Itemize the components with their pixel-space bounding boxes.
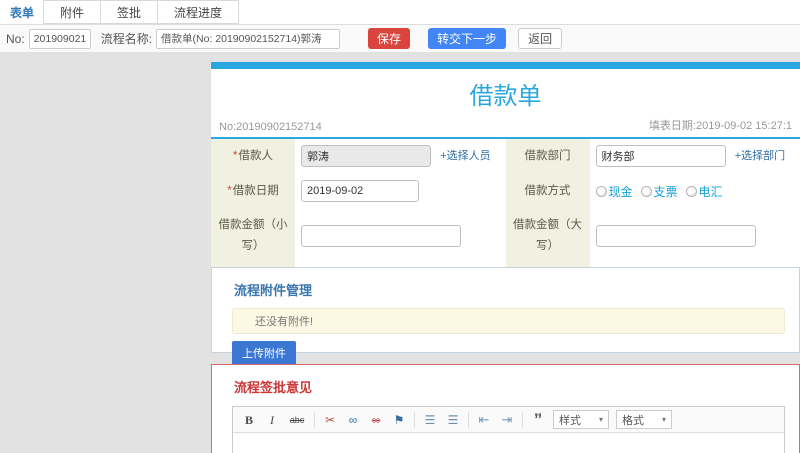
form-title: 借款单 [469,83,542,110]
dept-input[interactable] [595,145,726,168]
select-person-link[interactable]: +选择人员 [440,150,490,162]
radio-circle-icon[interactable] [595,185,607,197]
radio-circle-icon[interactable] [640,185,652,197]
table-row: *借款日期 借款方式 现金 支票 电汇 [211,173,800,209]
radio-circle-icon[interactable] [685,185,697,197]
tab-bar: 表单 附件 签批 流程进度 [0,0,800,25]
outdent-icon[interactable]: ⇤ [476,412,492,428]
tab-attachments[interactable]: 附件 [43,0,102,24]
loan-date-input[interactable] [301,180,419,203]
action-toolbar: No: 流程名称: 保存 转交下一步 返回 [0,25,800,53]
remove-format-icon[interactable]: ✂ [322,412,338,428]
date-label-cell: *借款日期 [211,173,295,209]
italic-icon[interactable]: I [264,412,280,428]
approval-editor-content[interactable] [233,433,784,453]
loan-method-radio-group: 现金 支票 电汇 [595,183,795,200]
borrower-field-cell: +选择人员 [295,139,506,174]
amount-lower-field-cell [295,208,506,264]
borrower-label-cell: *借款人 [211,139,295,174]
form-meta-row: No:20190902152714 填表日期:2019-09-02 15:27:… [211,115,800,139]
toolbar-separator [414,411,415,428]
borrower-input[interactable] [301,145,431,168]
editor-toolbar: B I abc ✂ ∞ ∞ ⚑ ☰ ☰ ⇤ ⇥ ” 样式 ▾ 格式 ▾ [233,407,784,433]
save-button[interactable]: 保存 [368,28,411,49]
required-mark: * [227,184,232,197]
attachments-heading: 流程附件管理 [234,283,313,298]
header: 表单 附件 签批 流程进度 No: 流程名称: 保存 转交下一步 返回 [0,0,800,53]
bold-icon[interactable]: B [241,412,257,428]
format-dropdown[interactable]: 格式 ▾ [616,410,672,429]
tab-form[interactable]: 表单 [0,0,45,24]
radio-check-label: 支票 [653,184,678,199]
blockquote-icon[interactable]: ” [530,411,546,428]
chevron-down-icon: ▾ [661,415,666,424]
unlink-icon[interactable]: ∞ [368,412,384,428]
next-step-button[interactable]: 转交下一步 [428,28,507,49]
chevron-down-icon: ▾ [598,415,603,424]
style-dropdown[interactable]: 样式 ▾ [553,410,609,429]
approval-heading: 流程签批意见 [234,380,313,395]
table-row: 借款金额（小写） 借款金额（大写） [211,208,800,264]
strikethrough-icon[interactable]: abc [287,412,307,428]
style-dropdown-label: 样式 [559,414,581,427]
no-label: No: [6,31,25,46]
radio-check[interactable]: 支票 [640,183,678,200]
indent-icon[interactable]: ⇥ [499,412,515,428]
amount-upper-label-cell: 借款金额（大写） [505,208,590,264]
no-input[interactable] [28,28,91,49]
form-date-text: 填表日期:2019-09-02 15:27:1 [648,120,792,132]
flow-name-label: 流程名称: [100,32,153,46]
radio-cash-label: 现金 [608,184,633,199]
attachments-panel: 流程附件管理 还没有附件! 上传附件 [211,267,800,365]
dept-label-cell: 借款部门 [505,139,590,174]
toolbar-separator [468,411,469,428]
numbered-list-icon[interactable]: ☰ [422,412,438,428]
form-no-text: No:20190902152714 [219,121,322,133]
table-row: *借款人 +选择人员 借款部门 +选择部门 [211,139,800,174]
no-attachments-alert: 还没有附件! [232,308,785,334]
bullet-list-icon[interactable]: ☰ [445,412,461,428]
toolbar-separator [314,411,315,428]
loan-form-panel: 借款单 No:20190902152714 填表日期:2019-09-02 15… [211,62,800,304]
amount-upper-input[interactable] [595,225,756,248]
amount-upper-field-cell [589,208,800,264]
select-dept-link[interactable]: +选择部门 [735,150,785,162]
back-button[interactable]: 返回 [518,28,563,49]
flow-name-input[interactable] [156,28,341,49]
approval-panel: 流程签批意见 B I abc ✂ ∞ ∞ ⚑ ☰ ☰ ⇤ ⇥ ” 样式 ▾ 格式 [211,364,800,453]
amount-lower-label-cell: 借款金额（小写） [211,208,295,264]
required-mark: * [233,150,238,162]
format-dropdown-label: 格式 [622,414,644,427]
method-field-cell: 现金 支票 电汇 [589,173,800,209]
amount-lower-input[interactable] [301,225,461,248]
form-top-bar [211,62,800,69]
link-icon[interactable]: ∞ [345,412,361,428]
tab-approval[interactable]: 签批 [100,0,159,24]
radio-cash[interactable]: 现金 [595,183,633,200]
dept-field-cell: +选择部门 [589,139,800,174]
anchor-flag-icon[interactable]: ⚑ [391,412,407,428]
toolbar-separator [522,411,523,428]
tab-progress[interactable]: 流程进度 [157,0,240,24]
upload-attachment-button[interactable]: 上传附件 [232,341,296,365]
date-field-cell [295,173,506,209]
radio-wire[interactable]: 电汇 [685,183,723,200]
radio-wire-label: 电汇 [698,184,723,199]
approval-editor: B I abc ✂ ∞ ∞ ⚑ ☰ ☰ ⇤ ⇥ ” 样式 ▾ 格式 ▾ [232,406,785,453]
method-label-cell: 借款方式 [505,173,590,209]
